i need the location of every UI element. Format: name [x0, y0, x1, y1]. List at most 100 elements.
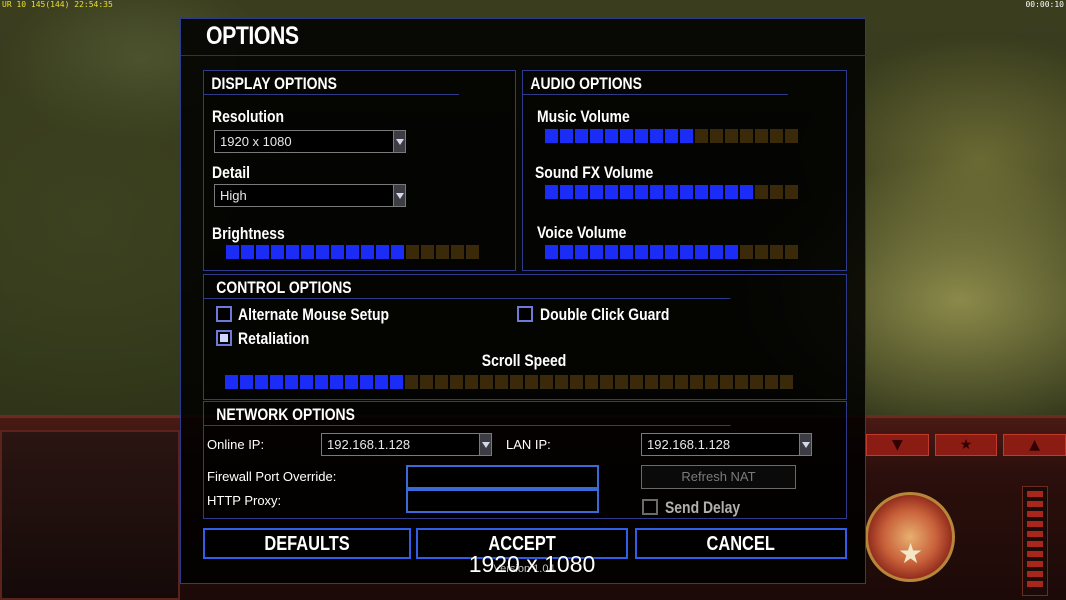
- slider-segment[interactable]: [720, 375, 733, 389]
- slider-segment[interactable]: [570, 375, 583, 389]
- slider-segment[interactable]: [650, 185, 663, 199]
- slider-segment[interactable]: [226, 245, 239, 259]
- slider-segment[interactable]: [330, 375, 343, 389]
- slider-segment[interactable]: [650, 129, 663, 143]
- slider-segment[interactable]: [600, 375, 613, 389]
- slider-segment[interactable]: [675, 375, 688, 389]
- slider-segment[interactable]: [316, 245, 329, 259]
- slider-segment[interactable]: [585, 375, 598, 389]
- slider-segment[interactable]: [480, 375, 493, 389]
- slider-segment[interactable]: [680, 185, 693, 199]
- slider-segment[interactable]: [755, 245, 768, 259]
- slider-segment[interactable]: [560, 245, 573, 259]
- slider-segment[interactable]: [740, 245, 753, 259]
- slider-segment[interactable]: [285, 375, 298, 389]
- slider-segment[interactable]: [615, 375, 628, 389]
- slider-segment[interactable]: [560, 185, 573, 199]
- slider-segment[interactable]: [590, 185, 603, 199]
- slider-segment[interactable]: [735, 375, 748, 389]
- chevron-down-icon[interactable]: [393, 185, 405, 206]
- slider-segment[interactable]: [495, 375, 508, 389]
- slider-segment[interactable]: [750, 375, 763, 389]
- slider-segment[interactable]: [665, 185, 678, 199]
- slider-segment[interactable]: [391, 245, 404, 259]
- slider-segment[interactable]: [765, 375, 778, 389]
- slider-segment[interactable]: [375, 375, 388, 389]
- slider-segment[interactable]: [770, 185, 783, 199]
- slider-segment[interactable]: [555, 375, 568, 389]
- slider-segment[interactable]: [620, 185, 633, 199]
- slider-segment[interactable]: [590, 245, 603, 259]
- slider-segment[interactable]: [540, 375, 553, 389]
- slider-segment[interactable]: [770, 129, 783, 143]
- slider-segment[interactable]: [286, 245, 299, 259]
- http-proxy-input[interactable]: [406, 489, 599, 513]
- slider-segment[interactable]: [405, 375, 418, 389]
- slider-segment[interactable]: [725, 185, 738, 199]
- slider-segment[interactable]: [545, 129, 558, 143]
- slider-segment[interactable]: [255, 375, 268, 389]
- slider-segment[interactable]: [331, 245, 344, 259]
- slider-segment[interactable]: [605, 245, 618, 259]
- slider-segment[interactable]: [525, 375, 538, 389]
- slider-segment[interactable]: [301, 245, 314, 259]
- slider-segment[interactable]: [680, 245, 693, 259]
- slider-segment[interactable]: [575, 245, 588, 259]
- resolution-dropdown[interactable]: 1920 x 1080: [214, 130, 406, 153]
- slider-segment[interactable]: [590, 129, 603, 143]
- slider-segment[interactable]: [740, 129, 753, 143]
- slider-segment[interactable]: [451, 245, 464, 259]
- slider-segment[interactable]: [605, 185, 618, 199]
- slider-segment[interactable]: [465, 375, 478, 389]
- slider-segment[interactable]: [406, 245, 419, 259]
- slider-segment[interactable]: [785, 185, 798, 199]
- slider-segment[interactable]: [241, 245, 254, 259]
- slider-segment[interactable]: [660, 375, 673, 389]
- slider-segment[interactable]: [785, 245, 798, 259]
- chevron-down-icon[interactable]: [799, 434, 811, 455]
- slider-segment[interactable]: [575, 129, 588, 143]
- brightness-slider[interactable]: [226, 245, 479, 259]
- slider-segment[interactable]: [466, 245, 479, 259]
- music-volume-slider[interactable]: [545, 129, 798, 143]
- detail-dropdown[interactable]: High: [214, 184, 406, 207]
- slider-segment[interactable]: [725, 245, 738, 259]
- slider-segment[interactable]: [510, 375, 523, 389]
- slider-segment[interactable]: [725, 129, 738, 143]
- alternate-mouse-checkbox[interactable]: [216, 306, 232, 322]
- chevron-down-icon[interactable]: [479, 434, 491, 455]
- slider-segment[interactable]: [785, 129, 798, 143]
- slider-segment[interactable]: [545, 245, 558, 259]
- slider-segment[interactable]: [780, 375, 793, 389]
- slider-segment[interactable]: [695, 245, 708, 259]
- slider-segment[interactable]: [665, 245, 678, 259]
- slider-segment[interactable]: [345, 375, 358, 389]
- slider-segment[interactable]: [300, 375, 313, 389]
- slider-segment[interactable]: [575, 185, 588, 199]
- slider-segment[interactable]: [710, 245, 723, 259]
- double-click-guard-checkbox[interactable]: [517, 306, 533, 322]
- slider-segment[interactable]: [705, 375, 718, 389]
- slider-segment[interactable]: [256, 245, 269, 259]
- slider-segment[interactable]: [710, 185, 723, 199]
- slider-segment[interactable]: [635, 185, 648, 199]
- defaults-button[interactable]: DEFAULTS: [203, 528, 411, 559]
- voice-volume-slider[interactable]: [545, 245, 798, 259]
- slider-segment[interactable]: [690, 375, 703, 389]
- slider-segment[interactable]: [360, 375, 373, 389]
- slider-segment[interactable]: [740, 185, 753, 199]
- slider-segment[interactable]: [361, 245, 374, 259]
- slider-segment[interactable]: [560, 129, 573, 143]
- slider-segment[interactable]: [695, 185, 708, 199]
- slider-segment[interactable]: [225, 375, 238, 389]
- slider-segment[interactable]: [605, 129, 618, 143]
- scroll-speed-slider[interactable]: [225, 375, 793, 389]
- slider-segment[interactable]: [710, 129, 723, 143]
- slider-segment[interactable]: [420, 375, 433, 389]
- cancel-button[interactable]: CANCEL: [635, 528, 847, 559]
- slider-segment[interactable]: [436, 245, 449, 259]
- slider-segment[interactable]: [620, 245, 633, 259]
- slider-segment[interactable]: [695, 129, 708, 143]
- slider-segment[interactable]: [680, 129, 693, 143]
- slider-segment[interactable]: [635, 129, 648, 143]
